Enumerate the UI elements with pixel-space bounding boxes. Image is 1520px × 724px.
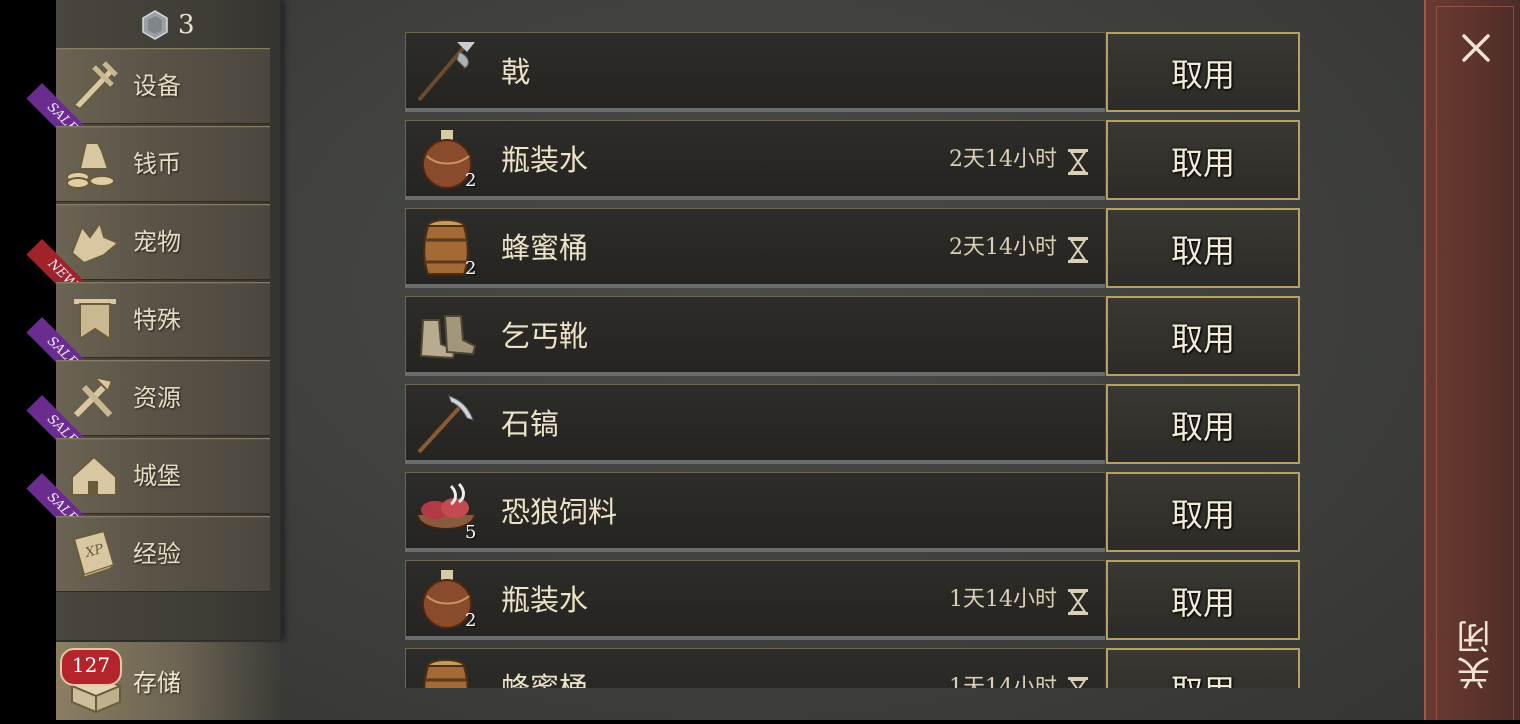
list-item: 5 恐狼饲料 取用 (405, 472, 1301, 552)
sidebar-item-label: 存储 (133, 669, 181, 697)
castle-icon (71, 455, 117, 496)
hourglass-icon (1068, 237, 1088, 263)
sidebar-item-label: 设备 (133, 72, 181, 100)
sidebar-item-resources[interactable]: SALE 资源 (26, 360, 270, 466)
hourglass-icon (1068, 677, 1088, 688)
list-item: 戟 取用 (405, 32, 1301, 112)
expiry-timer: 1天14小时 (949, 587, 1057, 612)
sidebar-item-equipment[interactable]: SALE 设备 (26, 48, 270, 154)
item-name: 瓶装水 (501, 583, 589, 617)
sidebar-item-storage[interactable]: 127 存储 (56, 642, 280, 720)
sidebar-item-label: 宠物 (133, 228, 181, 256)
gem-count: 3 (178, 10, 195, 40)
list-item: 2 蜂蜜桶 2天14小时 取用 (405, 208, 1301, 288)
item-name: 乞丐靴 (501, 319, 589, 353)
list-item: 2 瓶装水 1天14小时 取用 (405, 560, 1301, 640)
take-button[interactable]: 取用 (1106, 648, 1300, 688)
category-sidebar: 3 SALE 设备 钱币 NEW 宠物 SALE 特殊 SALE 资源 SALE… (26, 0, 282, 640)
sidebar-item-label: 经验 (133, 540, 181, 568)
boots-icon (419, 315, 477, 360)
item-quantity: 5 (465, 522, 477, 543)
hourglass-icon (1068, 589, 1088, 615)
halberd-icon (417, 42, 475, 102)
expiry-timer: 2天14小时 (949, 235, 1057, 260)
sidebar-item-label: 钱币 (133, 150, 181, 178)
list-item: 蜂蜜桶 1天14小时 取用 (405, 648, 1301, 688)
close-label[interactable]: 关闭 (1452, 618, 1501, 690)
take-button[interactable]: 取用 (1106, 472, 1300, 552)
take-button[interactable]: 取用 (1106, 560, 1300, 640)
item-name: 石镐 (501, 407, 560, 441)
sidebar-item-label: 特殊 (133, 306, 181, 334)
pet-icon (70, 220, 120, 265)
expiry-timer: 1天14小时 (949, 675, 1057, 688)
coins-icon (66, 142, 115, 189)
take-button[interactable]: 取用 (1106, 208, 1300, 288)
list-item: 2 瓶装水 2天14小时 取用 (405, 120, 1301, 200)
close-panel[interactable]: 关闭 (1424, 0, 1520, 720)
gem-counter: 3 (140, 8, 195, 42)
take-button[interactable]: 取用 (1106, 120, 1300, 200)
honey-barrel-icon (423, 659, 469, 688)
sidebar-item-label: 城堡 (133, 462, 181, 490)
take-button[interactable]: 取用 (1106, 384, 1300, 464)
storage-count-badge: 127 (60, 648, 122, 686)
pickaxe-icon (417, 395, 474, 454)
hourglass-icon (1068, 149, 1088, 175)
take-button[interactable]: 取用 (1106, 32, 1300, 112)
close-icon[interactable] (1456, 28, 1496, 68)
item-name: 蜂蜜桶 (501, 231, 589, 265)
xp-book-icon: XP (72, 529, 116, 580)
item-quantity: 2 (465, 610, 477, 631)
banner-icon (74, 299, 116, 341)
list-item: 乞丐靴 取用 (405, 296, 1301, 376)
item-quantity: 2 (465, 258, 477, 279)
expiry-timer: 2天14小时 (949, 147, 1057, 172)
item-name: 瓶装水 (501, 143, 589, 177)
close-panel-frame (1436, 6, 1514, 720)
item-name: 蜂蜜桶 (501, 671, 589, 688)
item-name: 恐狼饲料 (501, 495, 618, 529)
list-item: 石镐 取用 (405, 384, 1301, 464)
item-quantity: 2 (465, 170, 477, 191)
gem-icon (142, 10, 168, 40)
tools-icon (73, 375, 114, 418)
sidebar-item-experience[interactable]: XP 经验 (56, 516, 270, 592)
sidebar-item-label: 资源 (133, 384, 181, 412)
item-list[interactable]: 戟 取用 2 瓶装水 2天14小时 取用 2 蜂蜜桶 2天14小时 取用 乞丐靴… (405, 32, 1301, 688)
sidebar-item-castle[interactable]: SALE 城堡 (26, 438, 270, 544)
take-button[interactable]: 取用 (1106, 296, 1300, 376)
sidebar-item-pets[interactable]: NEW 宠物 (26, 204, 270, 310)
item-name: 戟 (501, 55, 531, 89)
sidebar-item-special[interactable]: SALE 特殊 (26, 282, 270, 388)
equipment-icon (72, 61, 118, 111)
sidebar-item-coins[interactable]: 钱币 (56, 126, 270, 202)
